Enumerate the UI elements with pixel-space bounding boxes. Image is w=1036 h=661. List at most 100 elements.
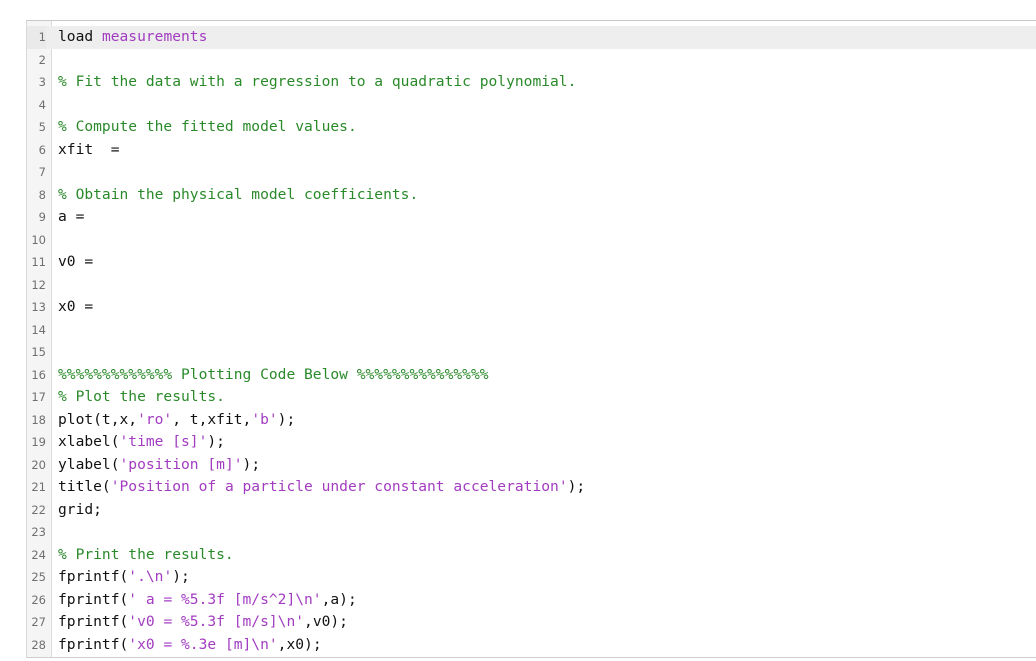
- code-text: load: [58, 28, 102, 45]
- code-line[interactable]: 21 title('Position of a particle under co…: [27, 476, 1036, 499]
- code-line[interactable]: 25 fprintf('.\n');: [27, 566, 1036, 589]
- string-literal: '.\n': [128, 568, 173, 585]
- string-literal: measurements: [101, 28, 208, 45]
- line-number: 23: [31, 525, 46, 539]
- code-line[interactable]: 11 v0 =: [27, 251, 1036, 274]
- line-code[interactable]: % Print the results.: [58, 544, 234, 567]
- string-literal: ' a = %5.3f [m/s^2]\n': [128, 590, 322, 608]
- code-line[interactable]: 2: [27, 49, 1036, 72]
- code-line[interactable]: 12: [27, 274, 1036, 297]
- string-literal: 'position [m]': [119, 455, 243, 473]
- line-code[interactable]: xlabel('time [s]');: [58, 431, 225, 454]
- code-text: fprintf(: [58, 568, 129, 585]
- line-code[interactable]: % Obtain the physical model coefficients…: [58, 184, 418, 207]
- code-line[interactable]: 15: [27, 341, 1036, 364]
- line-code[interactable]: ylabel('position [m]');: [58, 454, 260, 477]
- code-text: x0 =: [58, 298, 94, 315]
- line-code[interactable]: % Compute the fitted model values.: [58, 116, 357, 139]
- code-line[interactable]: 23: [27, 521, 1036, 544]
- code-line[interactable]: 8 % Obtain the physical model coefficient…: [27, 184, 1036, 207]
- line-number: 18: [31, 412, 46, 427]
- code-line[interactable]: 3 % Fit the data with a regression to a q…: [27, 71, 1036, 94]
- line-code[interactable]: fprintf('x0 = %.3e [m]\n',x0);: [58, 634, 322, 657]
- code-text: );: [567, 478, 586, 495]
- code-line[interactable]: 27 fprintf('v0 = %5.3f [m/s]\n',v0);: [27, 611, 1036, 634]
- line-number: 25: [31, 570, 46, 584]
- line-number: 5: [38, 120, 46, 134]
- code-text: ,a);: [321, 590, 357, 608]
- line-number: 6: [38, 142, 46, 157]
- code-text: a =: [58, 208, 85, 225]
- code-editor[interactable]: 1 load measurements 2 3% Fit the data with …: [26, 20, 1036, 658]
- code-line[interactable]: 5 % Compute the fitted model values.: [27, 116, 1036, 139]
- code-text: , t,xfit,: [172, 410, 252, 428]
- line-number: 11: [31, 255, 46, 269]
- line-number: 4: [38, 97, 46, 112]
- code-line[interactable]: 28 fprintf('x0 = %.3e [m]\n',x0);: [27, 634, 1036, 657]
- line-number: 14: [31, 322, 46, 337]
- line-number: 7: [38, 165, 46, 179]
- code-line[interactable]: 26 fprintf(' a = %5.3f [m/s^2]\n',a);: [27, 589, 1036, 612]
- line-code[interactable]: title('Position of a particle under cons…: [58, 476, 585, 499]
- line-code[interactable]: fprintf('v0 = %5.3f [m/s]\n',v0);: [58, 611, 348, 634]
- code-text: plot(t,x,: [58, 410, 138, 428]
- code-line[interactable]: 22 grid;: [27, 499, 1036, 522]
- code-text: fprintf(: [58, 613, 129, 630]
- comment-text: % Fit the data with a regression to a qu…: [58, 73, 577, 90]
- code-text: xlabel(: [58, 433, 120, 450]
- line-code[interactable]: % Fit the data with a regression to a qu…: [58, 71, 576, 94]
- code-line[interactable]: 24 % Print the results.: [27, 544, 1036, 567]
- code-line[interactable]: 10: [27, 229, 1036, 252]
- code-text: ,x0);: [277, 635, 322, 653]
- code-text: );: [207, 433, 225, 450]
- line-number: 8: [38, 187, 46, 202]
- line-code[interactable]: x0 =: [58, 296, 93, 319]
- code-text: );: [242, 455, 261, 473]
- line-number: 20: [31, 457, 46, 472]
- line-number: 26: [31, 592, 46, 607]
- comment-text: % Plot the results.: [58, 388, 225, 405]
- code-lines[interactable]: 1 load measurements 2 3% Fit the data with …: [27, 26, 1036, 656]
- line-code[interactable]: a =: [58, 206, 84, 229]
- line-number: 16: [31, 367, 46, 382]
- line-code[interactable]: fprintf('.\n');: [58, 566, 190, 589]
- code-line[interactable]: 14: [27, 319, 1036, 342]
- line-code[interactable]: fprintf(' a = %5.3f [m/s^2]\n',a);: [58, 589, 357, 612]
- code-line[interactable]: 1 load measurements: [27, 26, 1036, 49]
- line-number: 17: [31, 390, 46, 404]
- code-line[interactable]: 20 ylabel('position [m]');: [27, 454, 1036, 477]
- comment-text: % Print the results.: [58, 545, 234, 563]
- string-literal: 'x0 = %.3e [m]\n': [128, 635, 278, 653]
- code-line[interactable]: 18 plot(t,x,'ro', t,xfit,'b');: [27, 409, 1036, 432]
- line-code[interactable]: xfit =: [58, 139, 120, 162]
- line-code[interactable]: plot(t,x,'ro', t,xfit,'b');: [58, 409, 295, 432]
- code-line[interactable]: 19 xlabel('time [s]');: [27, 431, 1036, 454]
- code-line[interactable]: 9 a =: [27, 206, 1036, 229]
- code-line[interactable]: 13 x0 =: [27, 296, 1036, 319]
- code-text: fprintf(: [58, 590, 129, 608]
- code-text: fprintf(: [58, 635, 129, 653]
- line-number: 10: [31, 232, 46, 247]
- line-number: 28: [31, 637, 46, 652]
- line-number: 9: [38, 210, 46, 224]
- code-text: );: [172, 568, 190, 585]
- line-code[interactable]: %%%%%%%%%%%%% Plotting Code Below %%%%%%…: [58, 364, 489, 387]
- code-text: xfit =: [58, 140, 120, 158]
- code-line[interactable]: 7: [27, 161, 1036, 184]
- code-line[interactable]: 4: [27, 94, 1036, 117]
- comment-text: % Obtain the physical model coefficients…: [58, 185, 419, 203]
- line-number: 3: [38, 75, 46, 89]
- line-code[interactable]: load measurements: [58, 26, 207, 49]
- line-code[interactable]: % Plot the results.: [58, 386, 225, 409]
- line-number: 12: [31, 277, 46, 292]
- code-line[interactable]: 6 xfit =: [27, 139, 1036, 162]
- code-line[interactable]: 16 %%%%%%%%%%%%% Plotting Code Below %%%%…: [27, 364, 1036, 387]
- code-line[interactable]: 17 % Plot the results.: [27, 386, 1036, 409]
- line-code[interactable]: grid;: [58, 499, 102, 522]
- line-number: 21: [31, 480, 46, 494]
- line-code[interactable]: v0 =: [58, 251, 93, 274]
- line-number: 19: [31, 435, 46, 449]
- line-number: 13: [31, 300, 46, 314]
- string-literal: 'v0 = %5.3f [m/s]\n': [128, 613, 305, 630]
- comment-text: % Compute the fitted model values.: [58, 118, 357, 135]
